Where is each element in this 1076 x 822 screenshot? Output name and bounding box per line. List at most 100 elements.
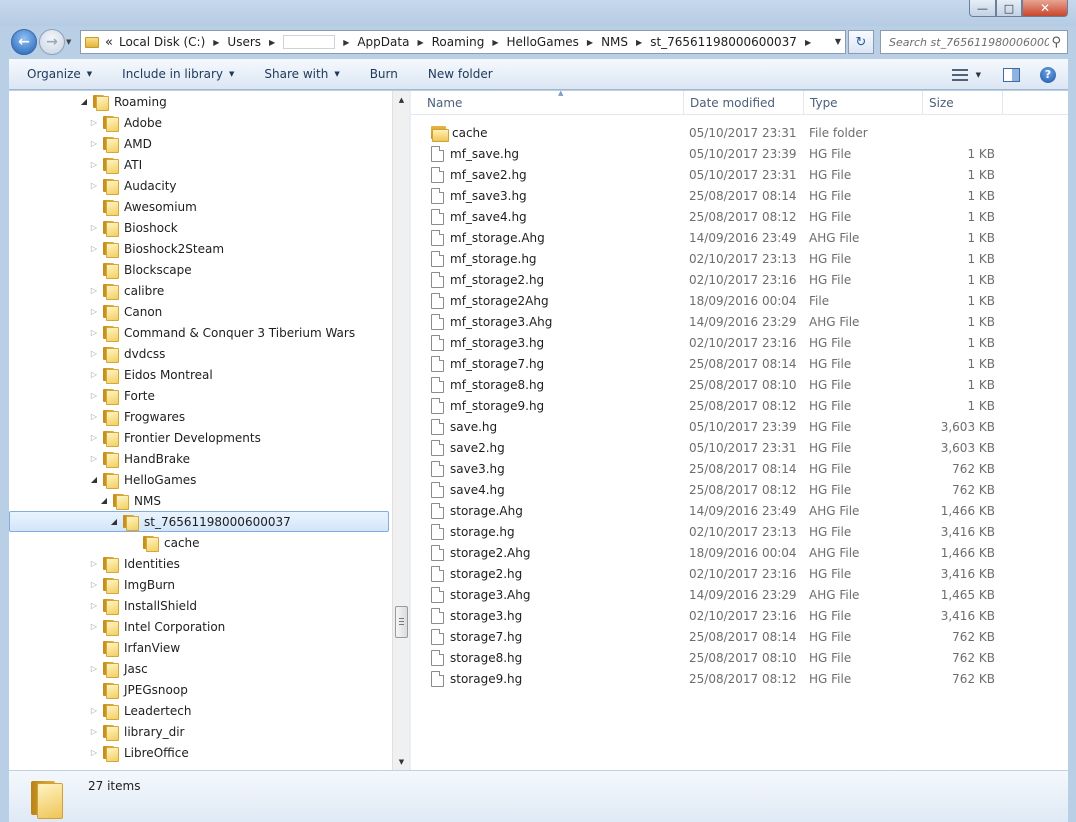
file-row[interactable]: mf_save4.hg 25/08/2017 08:12 HG File 1 KB [411, 206, 1068, 227]
scroll-up-icon[interactable]: ▲ [393, 91, 410, 108]
collapsed-arrow-icon[interactable]: ▷ [89, 622, 99, 631]
tree-item[interactable]: ◢ HelloGames [9, 469, 196, 490]
breadcrumb-appdata[interactable]: AppData ▶ [357, 35, 431, 49]
scroll-down-icon[interactable]: ▼ [393, 753, 410, 770]
collapsed-arrow-icon[interactable]: ▷ [89, 160, 99, 169]
address-bar[interactable]: « Local Disk (C:) ▶ Users ▶ ▶ AppData ▶ Roa… [80, 30, 846, 54]
column-header-size[interactable]: Size [923, 91, 1003, 115]
breadcrumb-hellogames[interactable]: HelloGames ▶ [507, 35, 602, 49]
tree-item[interactable]: cache [9, 532, 200, 553]
navigation-pane[interactable]: ◢ Roaming ▷ Adobe ▷ AMD ▷ ATI ▷ Audacity Awesomium… [9, 91, 392, 770]
column-header-name[interactable]: Name ▲ [421, 91, 684, 115]
breadcrumb-local-disk[interactable]: Local Disk (C:) ▶ [119, 35, 227, 49]
collapsed-arrow-icon[interactable]: ▷ [89, 223, 99, 232]
tree-item[interactable]: ▷ library_dir [9, 721, 185, 742]
tree-item[interactable]: ◢ Roaming [9, 91, 167, 112]
tree-item[interactable]: ▷ calibre [9, 280, 164, 301]
tree-item[interactable]: Awesomium [9, 196, 197, 217]
collapsed-arrow-icon[interactable]: ▷ [89, 244, 99, 253]
collapsed-arrow-icon[interactable]: ▷ [89, 286, 99, 295]
file-row[interactable]: mf_save3.hg 25/08/2017 08:14 HG File 1 KB [411, 185, 1068, 206]
tree-item[interactable]: ▷ Leadertech [9, 700, 191, 721]
file-row[interactable]: storage2.hg 02/10/2017 23:16 HG File 3,416 … [411, 563, 1068, 584]
tree-item[interactable]: ▷ ImgBurn [9, 574, 175, 595]
tree-item[interactable]: Blockscape [9, 259, 192, 280]
breadcrumb-overflow[interactable]: « [103, 35, 119, 50]
collapsed-arrow-icon[interactable]: ▷ [89, 370, 99, 379]
collapsed-arrow-icon[interactable]: ▷ [89, 307, 99, 316]
expanded-arrow-icon[interactable]: ◢ [99, 496, 109, 505]
collapsed-arrow-icon[interactable]: ▷ [89, 328, 99, 337]
file-row[interactable]: save3.hg 25/08/2017 08:14 HG File 762 KB [411, 458, 1068, 479]
tree-item[interactable]: ▷ ATI [9, 154, 142, 175]
breadcrumb-roaming[interactable]: Roaming ▶ [432, 35, 507, 49]
tree-item[interactable]: ▷ Identities [9, 553, 180, 574]
close-button[interactable]: ✕ [1022, 0, 1068, 17]
address-history-dropdown-icon[interactable]: ▼ [835, 37, 841, 46]
maximize-button[interactable]: □ [996, 0, 1022, 17]
collapsed-arrow-icon[interactable]: ▷ [89, 181, 99, 190]
expanded-arrow-icon[interactable]: ◢ [109, 517, 119, 526]
tree-item[interactable]: ▷ Frogwares [9, 406, 185, 427]
collapsed-arrow-icon[interactable]: ▷ [89, 748, 99, 757]
tree-item[interactable]: ▷ HandBrake [9, 448, 190, 469]
column-header-date-modified[interactable]: Date modified [684, 91, 804, 115]
tree-item[interactable]: ▷ Bioshock2Steam [9, 238, 224, 259]
file-row[interactable]: mf_storage2.hg 02/10/2017 23:16 HG File 1 K… [411, 269, 1068, 290]
column-header-type[interactable]: Type [804, 91, 923, 115]
file-row[interactable]: storage3.Ahg 14/09/2016 23:29 AHG File 1,46… [411, 584, 1068, 605]
minimize-button[interactable]: — [969, 0, 996, 17]
file-row[interactable]: storage7.hg 25/08/2017 08:14 HG File 762 KB [411, 626, 1068, 647]
collapsed-arrow-icon[interactable]: ▷ [89, 349, 99, 358]
file-row[interactable]: storage3.hg 02/10/2017 23:16 HG File 3,416 … [411, 605, 1068, 626]
collapsed-arrow-icon[interactable]: ▷ [89, 454, 99, 463]
file-row[interactable]: storage.Ahg 14/09/2016 23:49 AHG File 1,466… [411, 500, 1068, 521]
search-box[interactable]: ⚲ [880, 30, 1068, 54]
collapsed-arrow-icon[interactable]: ▷ [89, 601, 99, 610]
breadcrumb-username[interactable]: ▶ [283, 35, 357, 49]
breadcrumb-separator-icon[interactable]: ▶ [636, 38, 642, 47]
file-row[interactable]: mf_storage8.hg 25/08/2017 08:10 HG File 1 K… [411, 374, 1068, 395]
file-row[interactable]: mf_save2.hg 05/10/2017 23:31 HG File 1 KB [411, 164, 1068, 185]
organize-button[interactable]: Organize ▼ [9, 59, 92, 89]
file-list[interactable]: Name ▲ Date modified Type Size cache 05/10… [411, 91, 1068, 770]
tree-item[interactable]: ▷ AMD [9, 133, 152, 154]
tree-item[interactable]: ▷ LibreOffice [9, 742, 189, 763]
tree-item[interactable]: ▷ Command & Conquer 3 Tiberium Wars [9, 322, 355, 343]
collapsed-arrow-icon[interactable]: ▷ [89, 580, 99, 589]
new-folder-button[interactable]: New folder [398, 59, 493, 89]
collapsed-arrow-icon[interactable]: ▷ [89, 727, 99, 736]
breadcrumb-separator-icon[interactable]: ▶ [213, 38, 219, 47]
file-row[interactable]: mf_storage2Ahg 18/09/2016 00:04 File 1 KB [411, 290, 1068, 311]
tree-item[interactable]: ▷ Canon [9, 301, 162, 322]
tree-item[interactable]: ▷ Audacity [9, 175, 177, 196]
tree-item[interactable]: IrfanView [9, 637, 180, 658]
file-row[interactable]: mf_storage3.hg 02/10/2017 23:16 HG File 1 K… [411, 332, 1068, 353]
tree-item[interactable]: ▷ dvdcss [9, 343, 165, 364]
file-row[interactable]: save2.hg 05/10/2017 23:31 HG File 3,603 KB [411, 437, 1068, 458]
tree-item[interactable]: ▷ Forte [9, 385, 155, 406]
tree-item[interactable]: ▷ Frontier Developments [9, 427, 261, 448]
file-row[interactable]: storage.hg 02/10/2017 23:13 HG File 3,416 K… [411, 521, 1068, 542]
refresh-button[interactable]: ↻ [848, 30, 874, 54]
breadcrumb-separator-icon[interactable]: ▶ [269, 38, 275, 47]
tree-item[interactable]: ▷ Jasc [9, 658, 148, 679]
file-row[interactable]: storage9.hg 25/08/2017 08:12 HG File 762 KB [411, 668, 1068, 689]
file-row[interactable]: mf_storage3.Ahg 14/09/2016 23:29 AHG File 1… [411, 311, 1068, 332]
scrollbar-thumb[interactable] [395, 606, 408, 638]
breadcrumb-users[interactable]: Users ▶ [227, 35, 283, 49]
share-with-button[interactable]: Share with ▼ [234, 59, 339, 89]
tree-item[interactable]: ◢ st_76561198000600037 [9, 511, 389, 532]
collapsed-arrow-icon[interactable]: ▷ [89, 391, 99, 400]
breadcrumb-separator-icon[interactable]: ▶ [587, 38, 593, 47]
file-row[interactable]: save4.hg 25/08/2017 08:12 HG File 762 KB [411, 479, 1068, 500]
expanded-arrow-icon[interactable]: ◢ [79, 97, 89, 106]
file-row[interactable]: cache 05/10/2017 23:31 File folder [411, 122, 1068, 143]
tree-item[interactable]: ▷ InstallShield [9, 595, 197, 616]
breadcrumb-separator-icon[interactable]: ▶ [417, 38, 423, 47]
collapsed-arrow-icon[interactable]: ▷ [89, 139, 99, 148]
preview-pane-icon[interactable] [1003, 67, 1020, 82]
tree-item[interactable]: ▷ Eidos Montreal [9, 364, 213, 385]
collapsed-arrow-icon[interactable]: ▷ [89, 706, 99, 715]
recent-pages-dropdown-icon[interactable]: ▼ [66, 38, 71, 46]
